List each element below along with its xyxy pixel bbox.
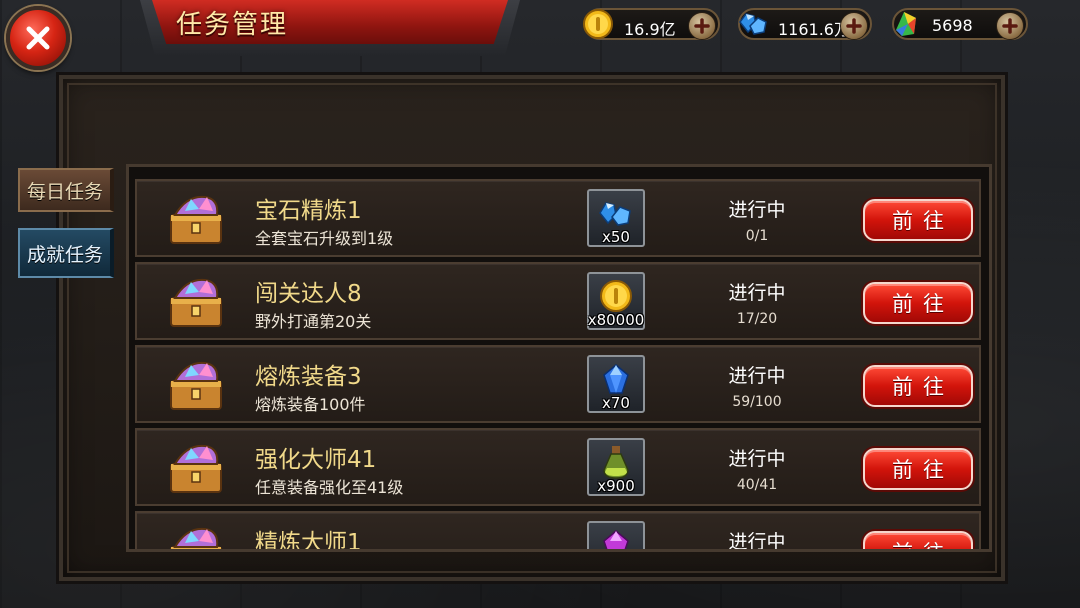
crystal-amount: 5698	[932, 16, 973, 35]
gold-amount: 16.9亿	[624, 20, 676, 39]
status-text: 进行中	[728, 448, 786, 470]
progress-text: 0/1	[745, 228, 769, 244]
go-button[interactable]: 前往	[863, 365, 973, 407]
gem-currency: 1161.6万	[738, 8, 872, 40]
plus-icon	[694, 18, 710, 34]
quest-name: 强化大师41	[255, 447, 377, 473]
reward-quantity: x70	[602, 394, 630, 412]
quest-row: 闯关达人8 野外打通第20关 x80000 进行中 17/20 前往	[135, 262, 981, 340]
add-gold-button[interactable]	[688, 12, 716, 40]
quest-row: 宝石精炼1 全套宝石升级到1级 x50 进行中 0/1 前往	[135, 179, 981, 257]
reward-slot[interactable]: x50	[587, 189, 645, 247]
plus-icon	[1002, 18, 1018, 34]
gold-currency: 16.9亿	[583, 8, 720, 40]
progress-text: 59/100	[732, 394, 782, 410]
treasure-chest-icon	[170, 527, 222, 549]
go-button[interactable]: 前往	[863, 282, 973, 324]
close-x-icon	[26, 26, 50, 50]
reward-quantity: x900	[597, 477, 635, 495]
gold-coin-icon	[583, 9, 613, 39]
tab-achievement-quests[interactable]: 成就任务	[18, 228, 114, 278]
quest-list[interactable]: 宝石精炼1 全套宝石升级到1级 x50 进行中 0/1 前往 闯关达人8 野外打…	[126, 164, 992, 552]
blue-gem-icon	[739, 13, 767, 35]
reward-slot[interactable]	[587, 521, 645, 549]
treasure-chest-icon	[170, 195, 222, 244]
quest-status: 进行中 17/20	[712, 278, 802, 327]
add-gem-button[interactable]	[840, 12, 868, 40]
go-button[interactable]: 前往	[863, 448, 973, 490]
quest-status: 进行中	[712, 527, 802, 552]
status-text: 进行中	[728, 531, 786, 552]
reward-slot[interactable]: x900	[587, 438, 645, 496]
status-text: 进行中	[728, 199, 786, 221]
close-button[interactable]	[6, 6, 70, 70]
crystal-currency: 5698	[892, 8, 1028, 40]
progress-text: 40/41	[736, 477, 778, 493]
quest-name: 熔炼装备3	[255, 364, 362, 390]
title-banner: 任务管理	[152, 0, 508, 44]
reward-quantity: x80000	[587, 311, 645, 329]
quest-status: 进行中 59/100	[712, 361, 802, 410]
reward-slot[interactable]: x80000	[587, 272, 645, 330]
quest-name: 精炼大师1	[255, 530, 362, 552]
reward-quantity: x50	[602, 228, 630, 246]
treasure-chest-icon	[170, 278, 222, 327]
quest-name: 宝石精炼1	[255, 198, 362, 224]
go-button[interactable]: 前往	[863, 531, 973, 549]
reward-slot[interactable]: x70	[587, 355, 645, 413]
quest-name: 闯关达人8	[255, 281, 362, 307]
quest-status: 进行中 40/41	[712, 444, 802, 493]
quest-description: 野外打通第20关	[255, 312, 372, 331]
plus-icon	[846, 18, 862, 34]
quest-row: 强化大师41 任意装备强化至41级 x900 进行中 40/41 前往	[135, 428, 981, 506]
quest-description: 任意装备强化至41级	[255, 478, 404, 497]
page-title: 任务管理	[176, 9, 289, 40]
progress-text: 17/20	[736, 311, 778, 327]
rainbow-crystal-icon	[896, 12, 916, 36]
quest-description: 全套宝石升级到1级	[255, 229, 394, 248]
treasure-chest-icon	[170, 361, 222, 410]
quest-description: 熔炼装备100件	[255, 395, 366, 414]
quest-row: 精炼大师1 进行中 前往	[135, 511, 981, 552]
status-text: 进行中	[728, 282, 786, 304]
treasure-chest-icon	[170, 444, 222, 493]
tab-daily-quests[interactable]: 每日任务	[18, 168, 114, 212]
status-text: 进行中	[728, 365, 786, 387]
purple-gem-icon	[603, 530, 629, 549]
quest-status: 进行中 0/1	[712, 195, 802, 244]
add-crystal-button[interactable]	[996, 12, 1024, 40]
go-button[interactable]: 前往	[863, 199, 973, 241]
quest-row: 熔炼装备3 熔炼装备100件 x70 进行中 59/100 前往	[135, 345, 981, 423]
